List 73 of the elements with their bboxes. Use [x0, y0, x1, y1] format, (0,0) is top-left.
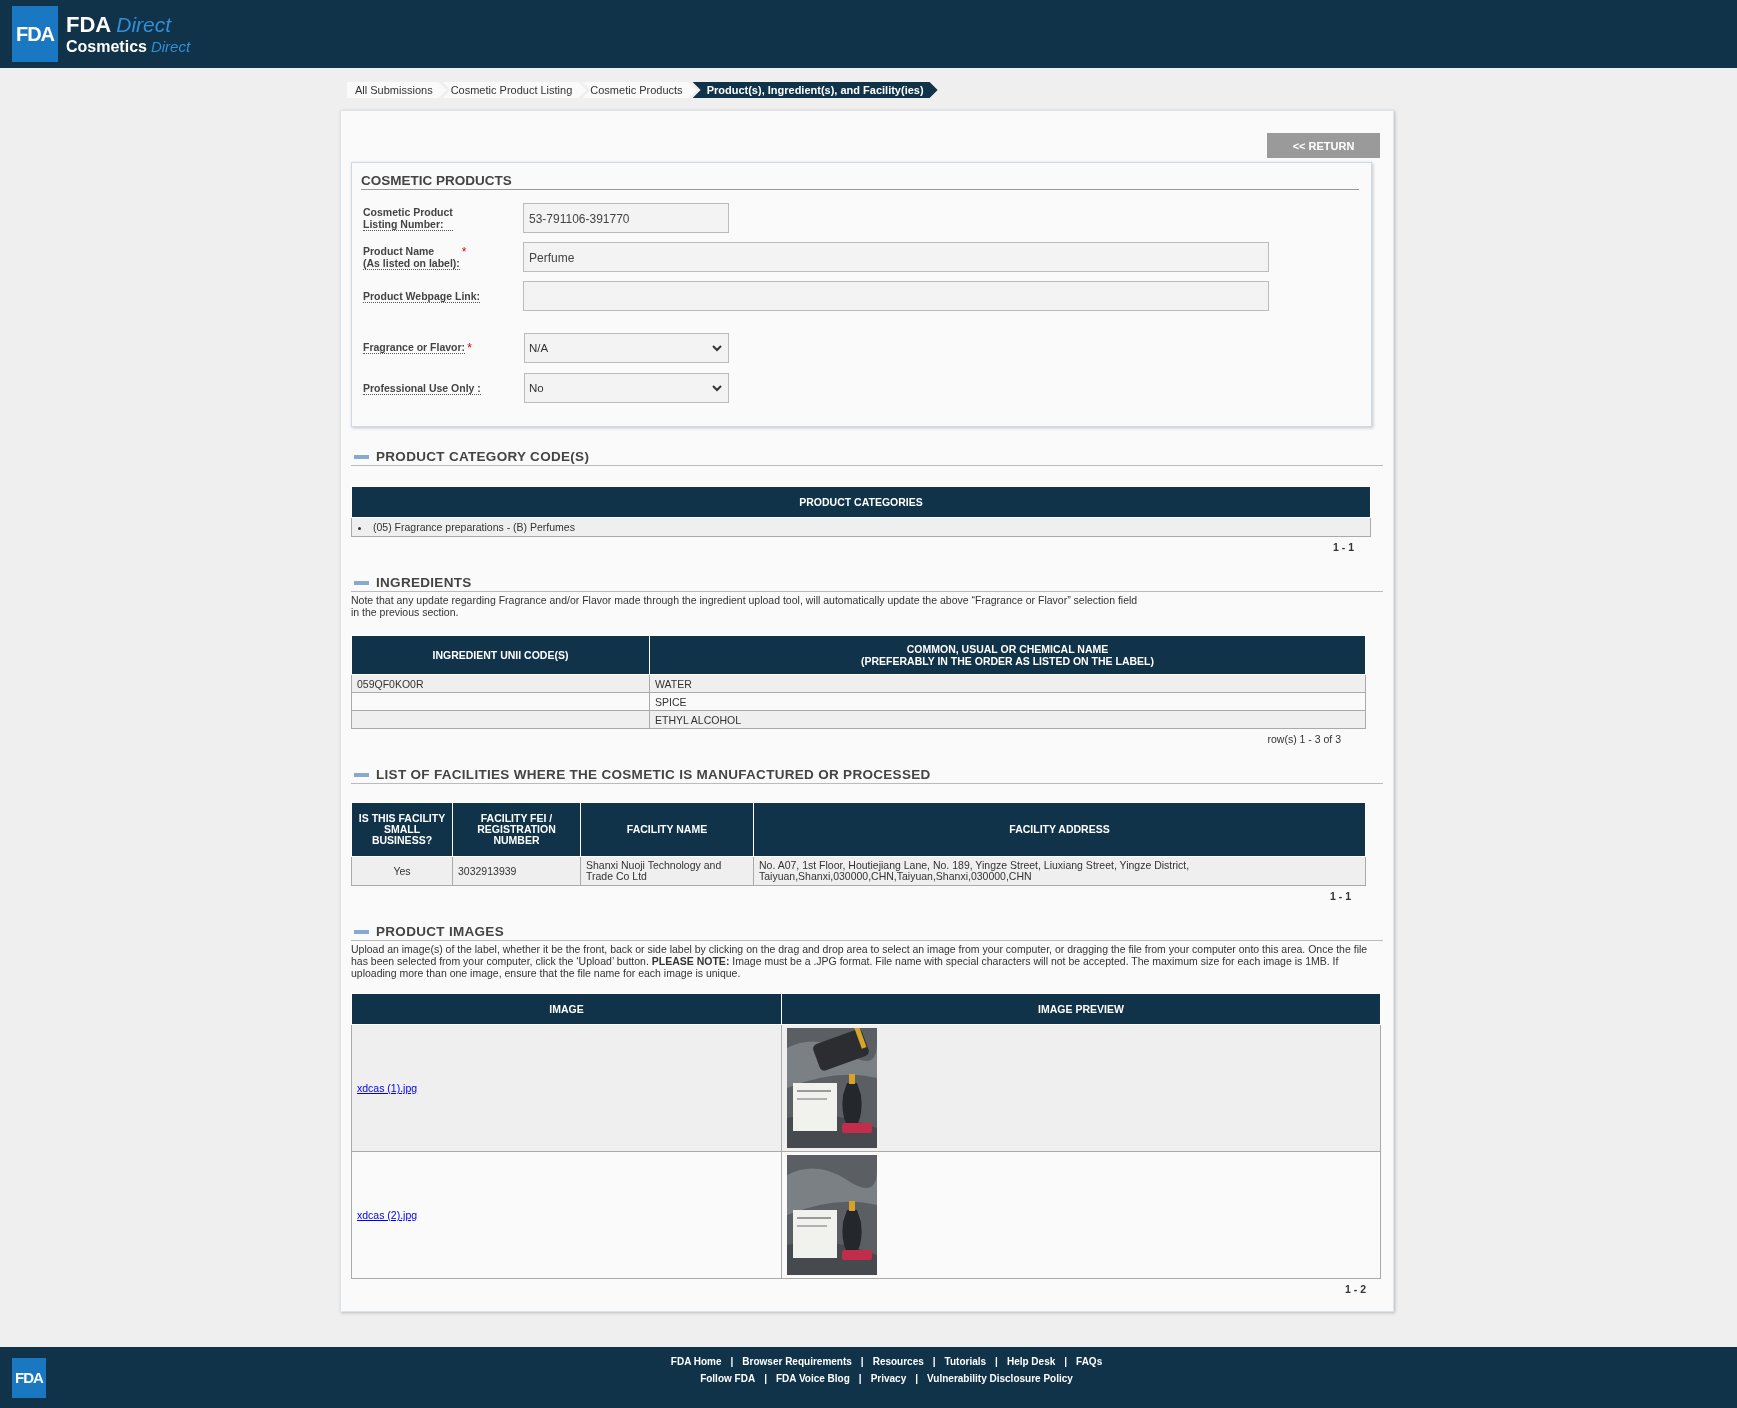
fda-logo-badge: FDA — [12, 6, 58, 62]
footer-link[interactable]: FDA Voice Blog — [775, 1373, 850, 1384]
panel-title: COSMETIC PRODUCTS — [361, 173, 1359, 190]
field-label: Professional Use Only : — [363, 381, 481, 395]
dropdown-field[interactable]: N/A — [524, 333, 729, 363]
collapse-icon[interactable] — [354, 454, 369, 459]
note-text: Note that any update regarding Fragrance and/or Flavor made through the ingredient upload tool, will automatically update the above “Fragrance or Flavor” selection field in the previous section. — [351, 594, 1139, 618]
footer-link[interactable]: Browser Requirements — [742, 1356, 852, 1367]
logo-title-accent: Direct — [116, 13, 172, 36]
separator-text: | — [764, 1373, 767, 1384]
column-header: IMAGE — [351, 993, 782, 1025]
section-title: PRODUCT CATEGORY CODE(S) — [376, 449, 590, 464]
logo-title: FDA — [66, 12, 112, 37]
breadcrumb-item[interactable]: Product(s), Ingredient(s), and Facility(ies) — [692, 82, 938, 98]
text-field[interactable] — [523, 281, 1269, 311]
section-title: PRODUCT IMAGES — [376, 924, 504, 939]
section-title: LIST OF FACILITIES WHERE THE COSMETIC IS MANUFACTURED OR PROCESSED — [376, 767, 931, 782]
pagination-text: 1 - 2 — [1344, 1282, 1366, 1295]
pagination-text: 1 - 1 — [1332, 540, 1354, 553]
note-text: Upload an image(s) of the label, whether it be the front, back or side label by clicking on the drag and drop area to select an image from your computer, or dragging the file from your computer onto this area. Once the file has been selected from your computer, click the ‘Upload’ button. PLEASE NOTE: Image must be a .JPG format. File name with special characters will not be accepted. The maximum size for each image is 1MB. If uploading more than one image, ensure that the file name for each image is unique. — [351, 943, 1369, 979]
section-title: INGREDIENTS — [376, 575, 472, 590]
fda-logo-badge: FDA — [12, 1357, 46, 1398]
column-header: PRODUCT CATEGORIES — [351, 486, 1371, 518]
footer-link[interactable]: Tutorials — [944, 1356, 987, 1367]
text-field[interactable]: 53-791106-391770 — [523, 203, 729, 233]
footer-link[interactable]: Privacy — [870, 1373, 907, 1384]
breadcrumb-item[interactable]: All Submissions — [347, 82, 447, 98]
logo-subtitle-accent: Direct — [150, 38, 191, 55]
separator-text: | — [1064, 1356, 1068, 1367]
required-mark: * — [467, 341, 472, 355]
column-header: FACILITY ADDRESS — [753, 802, 1366, 857]
field-label: Product Name (As listed on label): — [363, 244, 460, 270]
separator-text: | — [730, 1356, 734, 1367]
footer-link[interactable]: Resources — [872, 1356, 924, 1367]
pagination-text: 1 - 1 — [1329, 889, 1351, 902]
collapse-icon[interactable] — [354, 772, 369, 777]
file-link[interactable]: xdcas (2).jpg — [357, 1209, 418, 1221]
text-field[interactable]: Perfume — [523, 242, 1269, 272]
table-cell: SPICE — [649, 692, 1366, 711]
column-header: FACILITY NAME — [580, 802, 754, 857]
table-cell: Yes — [351, 856, 453, 886]
separator-text: | — [860, 1356, 864, 1367]
chevron-icon — [712, 384, 722, 392]
field-label: Fragrance or Flavor: — [363, 341, 466, 354]
column-header: IMAGE PREVIEW — [781, 993, 1381, 1025]
separator-text: | — [915, 1373, 919, 1384]
column-header: INGREDIENT UNII CODE(S) — [351, 635, 650, 675]
collapse-icon[interactable] — [354, 580, 369, 585]
separator-text: | — [858, 1373, 862, 1384]
footer-link[interactable]: Follow FDA — [700, 1373, 756, 1384]
footer-link[interactable]: Help Desk — [1006, 1356, 1056, 1367]
field-label: Cosmetic Product Listing Number: — [363, 205, 453, 231]
file-link[interactable]: xdcas (1).jpg — [357, 1082, 418, 1094]
table-cell: 3032913939 — [452, 856, 581, 886]
footer-link[interactable]: Vulnerability Disclosure Policy — [927, 1373, 1073, 1384]
logo-subtitle: Cosmetics — [66, 38, 147, 55]
column-header: COMMON, USUAL OR CHEMICAL NAME (PREFERABLY IN THE ORDER AS LISTED ON THE LABEL) — [649, 635, 1366, 675]
chevron-icon — [712, 344, 722, 352]
required-mark: * — [461, 244, 467, 259]
separator-text: | — [932, 1356, 936, 1367]
column-header: IS THIS FACILITY SMALL BUSINESS? — [351, 802, 453, 857]
breadcrumb-item[interactable]: Cosmetic Products — [582, 82, 697, 98]
column-header: FACILITY FEI / REGISTRATION NUMBER — [452, 802, 581, 857]
table-cell: No. A07, 1st Floor, Houtiejiang Lane, No. 189, Yingze Street, Liuxiang Street, Yingze District, Taiyuan,Shanxi,030000,CHN,Taiyuan,Shanxi,030000,CHN — [753, 856, 1366, 886]
dropdown-field[interactable]: No — [524, 373, 729, 403]
breadcrumb-item[interactable]: Cosmetic Product Listing — [442, 82, 587, 98]
table-cell: Shanxi Nuoji Technology and Trade Co Ltd — [580, 856, 754, 886]
separator-text: | — [995, 1356, 998, 1367]
footer-link[interactable]: FDA Home — [670, 1356, 722, 1367]
field-label: Product Webpage Link: — [363, 289, 481, 303]
footer-link[interactable]: FAQs — [1076, 1356, 1103, 1367]
pagination-text: row(s) 1 - 3 of 3 — [1266, 732, 1341, 745]
collapse-icon[interactable] — [354, 929, 369, 934]
